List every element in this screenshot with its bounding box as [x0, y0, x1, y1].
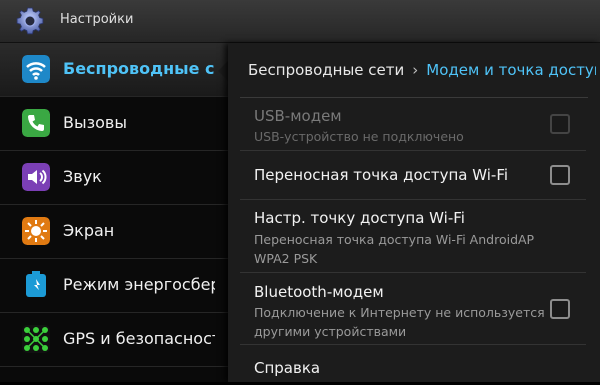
- gear-icon[interactable]: [14, 5, 46, 37]
- setting-usb-tethering[interactable]: USB-модем USB-устройство не подключено: [240, 98, 586, 151]
- app-title: Настройки: [60, 12, 134, 27]
- setting-title: Bluetooth-модем: [254, 283, 384, 301]
- setting-title: Справка: [254, 359, 321, 377]
- title-bar: Настройки: [0, 0, 600, 43]
- usb-tethering-checkbox[interactable]: [550, 114, 570, 134]
- wifi-icon: [22, 55, 50, 83]
- speaker-icon: [22, 163, 50, 191]
- setting-bluetooth-tethering[interactable]: Bluetooth-модем Подключение к Интернету …: [240, 273, 586, 345]
- sidebar-item-gps[interactable]: GPS и безопасность: [0, 313, 228, 367]
- breadcrumb-current: Модем и точка доступа: [426, 61, 596, 79]
- sidebar-item-display[interactable]: Экран: [0, 205, 228, 259]
- sidebar-item-label: Экран: [63, 221, 115, 240]
- location-grid-icon: [22, 325, 50, 353]
- wifi-hotspot-checkbox[interactable]: [550, 165, 570, 185]
- sidebar-item-wireless[interactable]: Беспроводные сети: [0, 43, 228, 97]
- selection-pointer: [218, 61, 228, 81]
- brightness-icon: [22, 217, 50, 245]
- sidebar-item-label: Режим энергосбережения: [63, 275, 215, 294]
- breadcrumb-parent[interactable]: Беспроводные сети: [248, 61, 404, 79]
- sidebar-item-power-saving[interactable]: Режим энергосбережения: [0, 259, 228, 313]
- sidebar-item-calls[interactable]: Вызовы: [0, 97, 228, 151]
- setting-title: Переносная точка доступа Wi-Fi: [254, 166, 509, 184]
- bluetooth-tethering-checkbox[interactable]: [550, 299, 570, 319]
- setting-subtitle: Переносная точка доступа Wi-Fi AndroidAP…: [254, 232, 535, 266]
- breadcrumb-separator: ›: [412, 61, 419, 79]
- sidebar-item-label: Звук: [63, 167, 102, 186]
- power-saving-icon: [26, 271, 46, 297]
- sidebar-item-label: Беспроводные сети: [63, 59, 215, 78]
- sidebar-item-sound[interactable]: Звук: [0, 151, 228, 205]
- setting-subtitle: Подключение к Интернету не используется …: [254, 305, 545, 339]
- breadcrumb: Беспроводные сети › Модем и точка доступа: [248, 61, 596, 79]
- sidebar: Беспроводные сети Вызовы Звук Экра: [0, 43, 228, 382]
- sidebar-item-label: GPS и безопасность: [63, 329, 215, 348]
- setting-subtitle: USB-устройство не подключено: [254, 129, 464, 144]
- setting-help[interactable]: Справка: [240, 345, 586, 385]
- phone-icon: [22, 109, 50, 137]
- setting-wifi-hotspot[interactable]: Переносная точка доступа Wi-Fi: [240, 151, 586, 200]
- sidebar-item-label: Вызовы: [63, 113, 127, 132]
- setting-configure-hotspot[interactable]: Настр. точку доступа Wi-Fi Переносная то…: [240, 200, 586, 273]
- setting-title: USB-модем: [254, 107, 342, 125]
- setting-title: Настр. точку доступа Wi-Fi: [254, 209, 465, 227]
- detail-panel: Беспроводные сети › Модем и точка доступа …: [228, 43, 600, 382]
